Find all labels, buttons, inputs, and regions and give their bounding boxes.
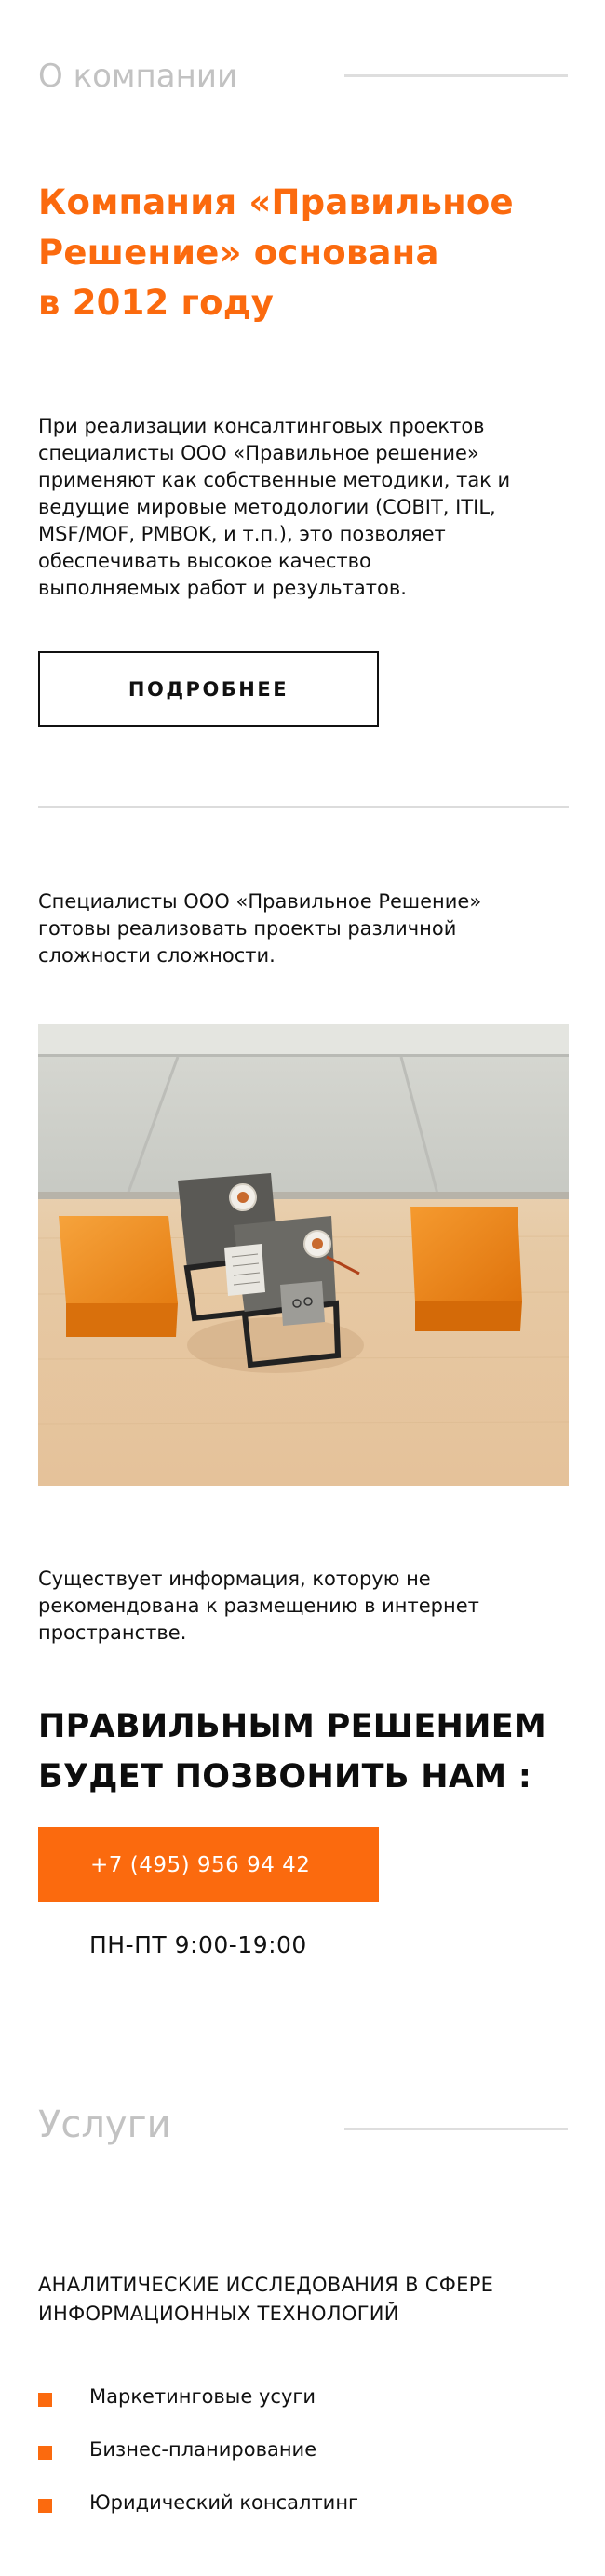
specialists-line: готовы реализовать проекты различной bbox=[38, 917, 457, 940]
specialists-line: Специалисты ООО «Правильное Решение» bbox=[38, 890, 482, 913]
headline-line: Компания «Правильное bbox=[38, 182, 514, 222]
info-line: рекомендована к размещению в интернет bbox=[38, 1595, 479, 1617]
about-paragraph: При реализации консалтинговых проектов с… bbox=[38, 413, 578, 602]
paragraph-line: применяют как собственные методики, так … bbox=[38, 469, 511, 491]
specialists-line: сложности сложности. bbox=[38, 944, 276, 967]
office-photo bbox=[38, 1024, 569, 1486]
specialists-text: Специалисты ООО «Правильное Решение» гот… bbox=[38, 888, 578, 969]
service-item[interactable]: Маркетинговые усуги bbox=[89, 2385, 316, 2408]
callout-line: ПРАВИЛЬНЫМ РЕШЕНИЕМ bbox=[38, 1708, 547, 1745]
paragraph-line: специалисты ООО «Правильное решение» bbox=[38, 442, 479, 464]
section-title-line bbox=[344, 2128, 568, 2130]
info-text: Существует информация, которую не рекоме… bbox=[38, 1566, 578, 1647]
headline-line: в 2012 году bbox=[38, 283, 275, 323]
service-item[interactable]: Юридический консалтинг bbox=[89, 2491, 358, 2514]
info-line: Существует информация, которую не bbox=[38, 1568, 431, 1590]
paragraph-line: выполняемых работ и результатов. bbox=[38, 577, 407, 599]
bullet-icon bbox=[38, 2499, 52, 2513]
section-title-about: О компании bbox=[38, 58, 238, 95]
section-title-line bbox=[344, 74, 568, 77]
subheading-line: ИНФОРМАЦИОННЫХ ТЕХНОЛОГИЙ bbox=[38, 2302, 399, 2325]
bullet-icon bbox=[38, 2393, 52, 2407]
services-subheading: АНАЛИТИЧЕСКИЕ ИССЛЕДОВАНИЯ В СФЕРЕ ИНФОР… bbox=[38, 2271, 578, 2329]
bullet-icon bbox=[38, 2446, 52, 2460]
callout-line: БУДЕТ ПОЗВОНИТЬ НАМ : bbox=[38, 1758, 532, 1795]
phone-button[interactable]: +7 (495) 956 94 42 bbox=[38, 1827, 379, 1902]
call-us-callout: ПРАВИЛЬНЫМ РЕШЕНИЕМ БУДЕТ ПОЗВОНИТЬ НАМ … bbox=[38, 1702, 578, 1802]
paragraph-line: При реализации консалтинговых проектов bbox=[38, 415, 485, 437]
paragraph-line: ведущие мировые методологии (COBIT, ITIL… bbox=[38, 496, 496, 518]
subheading-line: АНАЛИТИЧЕСКИЕ ИССЛЕДОВАНИЯ В СФЕРЕ bbox=[38, 2274, 494, 2296]
section-divider bbox=[38, 806, 569, 808]
section-title-services: Услуги bbox=[38, 2103, 171, 2146]
paragraph-line: обеспечивать высокое качество bbox=[38, 550, 371, 572]
service-item[interactable]: Бизнес-планирование bbox=[89, 2438, 316, 2461]
more-button[interactable]: ПОДРОБНЕЕ bbox=[38, 651, 379, 727]
working-hours: ПН-ПТ 9:00-19:00 bbox=[89, 1931, 307, 1958]
paragraph-line: MSF/MOF, PMBOK, и т.п.), это позволяет bbox=[38, 523, 446, 545]
info-line: пространстве. bbox=[38, 1622, 187, 1644]
about-headline: Компания «Правильное Решение» основана в… bbox=[38, 178, 578, 328]
headline-line: Решение» основана bbox=[38, 233, 439, 273]
